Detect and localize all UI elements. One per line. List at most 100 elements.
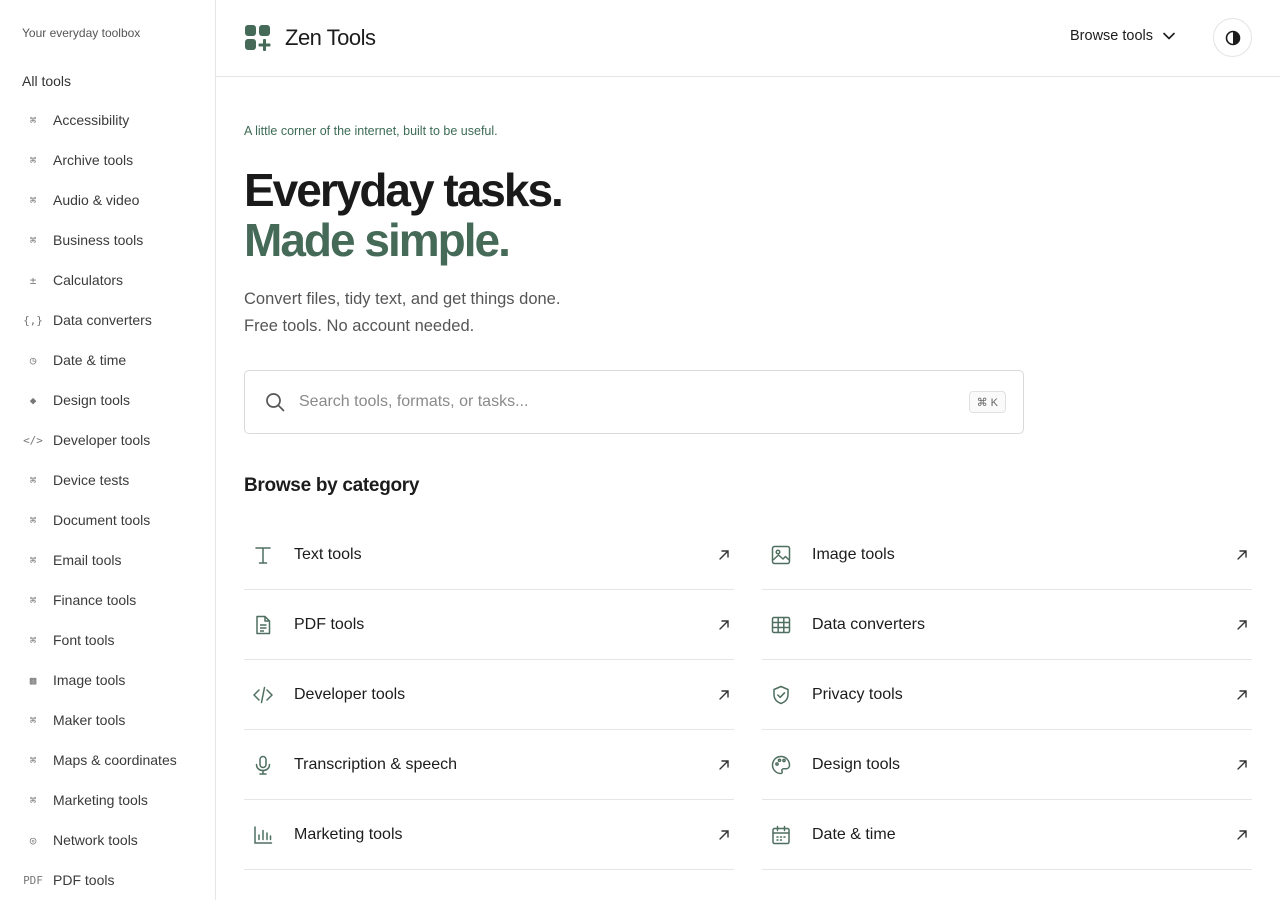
sidebar-item-label: Maker tools xyxy=(53,712,126,728)
category-design-tools[interactable]: Design tools xyxy=(762,730,1252,800)
category-label: PDF tools xyxy=(294,615,365,633)
command-icon: ⌘ xyxy=(29,593,37,607)
sidebar-item-design-tools[interactable]: ◆ Design tools xyxy=(22,380,212,420)
sidebar: Your everyday toolbox All tools ⌘ Accessi… xyxy=(0,0,216,900)
command-icon: ⌘ xyxy=(29,193,37,207)
sidebar-all-tools-link[interactable]: All tools xyxy=(22,73,71,89)
arrow-up-right-icon xyxy=(1232,759,1252,771)
diamond-icon: ◆ xyxy=(29,393,37,407)
calendar-icon xyxy=(762,824,800,846)
image-icon xyxy=(762,544,800,566)
sidebar-item-label: Audio & video xyxy=(53,192,140,208)
sidebar-item-label: Email tools xyxy=(53,552,122,568)
sidebar-item-developer-tools[interactable]: </> Developer tools xyxy=(22,420,212,460)
command-icon: ⌘ xyxy=(29,793,37,807)
hero-title-line2: Made simple. xyxy=(244,214,511,266)
category-date-time[interactable]: Date & time xyxy=(762,800,1252,870)
category-privacy-tools[interactable]: Privacy tools xyxy=(762,660,1252,730)
sidebar-item-label: PDF tools xyxy=(53,872,115,888)
microphone-icon xyxy=(244,754,282,776)
image-icon: ▩ xyxy=(29,673,37,687)
category-label: Data converters xyxy=(812,615,925,633)
category-marketing-tools[interactable]: Marketing tools xyxy=(244,800,734,870)
sidebar-item-accessibility[interactable]: ⌘ Accessibility xyxy=(22,100,212,140)
sidebar-item-email-tools[interactable]: ⌘ Email tools xyxy=(22,540,212,580)
clock-icon: ◷ xyxy=(29,353,37,367)
category-image-tools[interactable]: Image tools xyxy=(762,520,1252,590)
sidebar-item-marketing-tools[interactable]: ⌘ Marketing tools xyxy=(22,780,212,820)
top-header: Zen Tools Browse tools xyxy=(216,0,1280,77)
arrow-up-right-icon xyxy=(714,619,734,631)
shield-icon xyxy=(762,684,800,706)
sidebar-item-label: Device tests xyxy=(53,472,130,488)
command-icon: ⌘ xyxy=(29,153,37,167)
category-label: Text tools xyxy=(294,545,362,563)
hero-title-line1: Everyday tasks. xyxy=(244,164,564,216)
command-icon: ⌘ xyxy=(29,233,37,247)
sidebar-item-label: Date & time xyxy=(53,352,127,368)
sidebar-nav: ⌘ Accessibility ⌘ Archive tools ⌘ Audio & v… xyxy=(22,100,212,900)
search-box[interactable]: ⌘ K xyxy=(244,370,1024,434)
arrow-up-right-icon xyxy=(714,759,734,771)
sidebar-item-maker-tools[interactable]: ⌘ Maker tools xyxy=(22,700,212,740)
sidebar-item-label: Developer tools xyxy=(53,432,151,448)
command-icon: ⌘ xyxy=(29,753,37,767)
category-transcription-speech[interactable]: Transcription & speech xyxy=(244,730,734,800)
plus-minus-icon: ± xyxy=(29,273,37,287)
keyboard-shortcut-hint: ⌘ K xyxy=(968,391,1006,413)
command-icon: ⌘ xyxy=(29,633,37,647)
browse-tools-dropdown[interactable]: Browse tools xyxy=(1070,28,1175,44)
code-icon xyxy=(244,684,282,706)
search-input[interactable] xyxy=(299,393,939,411)
sidebar-item-label: Calculators xyxy=(53,272,124,288)
hero-subtitle-line2: Free tools. No account needed. xyxy=(244,317,475,335)
category-label: Transcription & speech xyxy=(294,755,458,773)
sidebar-item-label: Finance tools xyxy=(53,592,137,608)
hero-subtitle-line1: Convert files, tidy text, and get things… xyxy=(244,290,561,308)
category-label: Marketing tools xyxy=(294,825,403,843)
category-label: Design tools xyxy=(812,755,901,773)
sidebar-item-label: Network tools xyxy=(53,832,138,848)
sidebar-item-archive-tools[interactable]: ⌘ Archive tools xyxy=(22,140,212,180)
sidebar-item-label: Business tools xyxy=(53,232,144,248)
category-data-converters[interactable]: Data converters xyxy=(762,590,1252,660)
chevron-down-icon xyxy=(1163,32,1175,40)
sidebar-item-maps-coordinates[interactable]: ⌘ Maps & coordinates xyxy=(22,740,212,780)
sidebar-item-network-tools[interactable]: ◎ Network tools xyxy=(22,820,212,860)
sidebar-item-image-tools[interactable]: ▩ Image tools xyxy=(22,660,212,700)
sidebar-item-calculators[interactable]: ± Calculators xyxy=(22,260,212,300)
category-text-tools[interactable]: Text tools xyxy=(244,520,734,590)
category-label: Developer tools xyxy=(294,685,406,703)
browse-tools-label: Browse tools xyxy=(1070,28,1154,44)
file-icon xyxy=(244,614,282,636)
search-icon xyxy=(265,392,285,412)
theme-toggle-button[interactable] xyxy=(1213,18,1252,57)
arrow-up-right-icon xyxy=(1232,619,1252,631)
command-icon: ⌘ xyxy=(29,713,37,727)
logo-icon[interactable] xyxy=(244,24,272,52)
code-icon: </> xyxy=(23,433,43,447)
brand-name[interactable]: Zen Tools xyxy=(285,25,376,51)
category-label: Image tools xyxy=(812,545,895,563)
target-icon: ◎ xyxy=(29,833,37,847)
sidebar-item-font-tools[interactable]: ⌘ Font tools xyxy=(22,620,212,660)
arrow-up-right-icon xyxy=(1232,829,1252,841)
arrow-up-right-icon xyxy=(714,549,734,561)
sidebar-item-data-converters[interactable]: {,} Data converters xyxy=(22,300,212,340)
sidebar-item-finance-tools[interactable]: ⌘ Finance tools xyxy=(22,580,212,620)
sidebar-item-pdf-tools[interactable]: PDF PDF tools xyxy=(22,860,212,900)
sidebar-tagline: Your everyday toolbox xyxy=(22,26,141,40)
table-icon xyxy=(762,614,800,636)
sidebar-item-date-time[interactable]: ◷ Date & time xyxy=(22,340,212,380)
sidebar-item-document-tools[interactable]: ⌘ Document tools xyxy=(22,500,212,540)
sidebar-item-business-tools[interactable]: ⌘ Business tools xyxy=(22,220,212,260)
command-icon: ⌘ xyxy=(29,473,37,487)
category-developer-tools[interactable]: Developer tools xyxy=(244,660,734,730)
sidebar-item-device-tests[interactable]: ⌘ Device tests xyxy=(22,460,212,500)
sidebar-item-label: Document tools xyxy=(53,512,151,528)
sidebar-item-audio-video[interactable]: ⌘ Audio & video xyxy=(22,180,212,220)
arrow-up-right-icon xyxy=(1232,549,1252,561)
pdf-icon: PDF xyxy=(23,873,43,887)
braces-icon: {,} xyxy=(23,313,43,327)
category-pdf-tools[interactable]: PDF tools xyxy=(244,590,734,660)
